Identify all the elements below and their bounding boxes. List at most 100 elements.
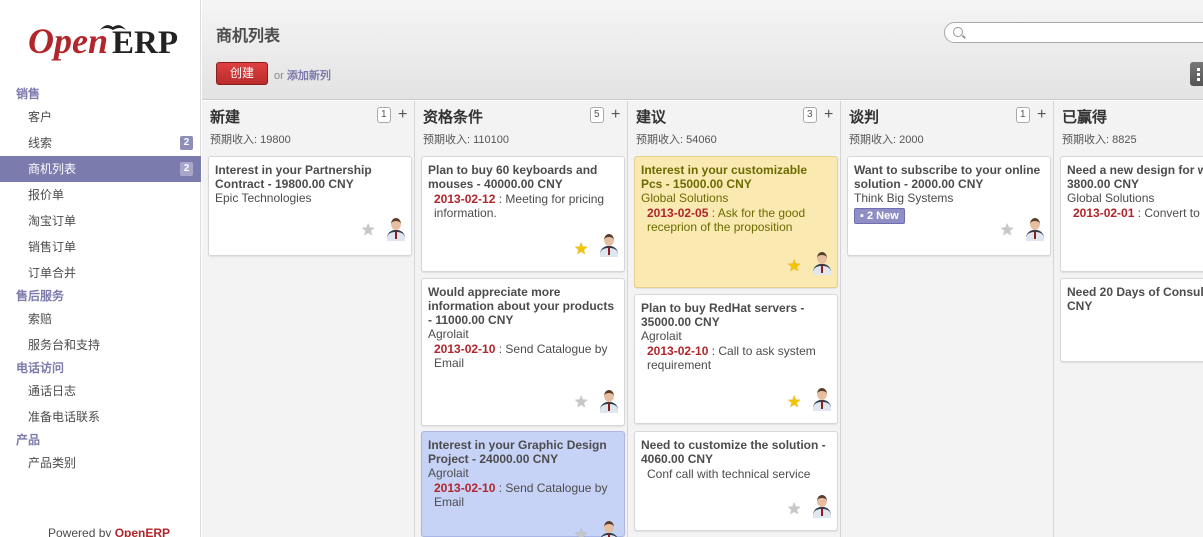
- kanban-column: 新建 1 + 预期收入: 19800 Interest in your Partners…: [202, 101, 415, 537]
- sidebar-item-label: 商机列表: [28, 162, 77, 176]
- star-empty-icon[interactable]: ★: [574, 395, 588, 411]
- column-expected-revenue: 预期收入: 110100: [423, 134, 510, 146]
- card-title[interactable]: Plan to buy 60 keyboards and mouses - 40…: [428, 163, 618, 191]
- opportunity-card[interactable]: Need 20 Days of Consul 5025.00 CNY: [1060, 278, 1203, 362]
- card-title[interactable]: Interest in your Graphic Design Project …: [428, 438, 618, 466]
- star-filled-icon[interactable]: ★: [787, 259, 801, 275]
- opportunity-card[interactable]: Interest in your customizable Pcs - 1500…: [634, 156, 838, 288]
- sidebar-item-label: 报价单: [28, 188, 65, 202]
- sidebar-item[interactable]: 通话日志: [0, 378, 201, 404]
- card-title[interactable]: Would appreciate more information about …: [428, 285, 618, 327]
- salesperson-avatar: [385, 217, 407, 241]
- column-title[interactable]: 谈判: [849, 106, 879, 127]
- star-empty-icon[interactable]: ★: [787, 502, 801, 518]
- star-filled-icon[interactable]: ★: [574, 242, 588, 258]
- sidebar-item[interactable]: 索赔: [0, 306, 201, 332]
- opportunity-card[interactable]: Need to customize the solution - 4060.00…: [634, 431, 838, 531]
- card-title[interactable]: Need to customize the solution - 4060.00…: [641, 438, 831, 466]
- menu-section-header[interactable]: 售后服务: [0, 286, 201, 306]
- activity-date: 2013-02-10: [434, 342, 496, 356]
- activity-date: 2013-02-05: [647, 206, 709, 220]
- card-title[interactable]: Want to subscribe to your online solutio…: [854, 163, 1044, 191]
- opportunity-card[interactable]: Plan to buy 60 keyboards and mouses - 40…: [421, 156, 625, 272]
- salesperson-avatar: [811, 251, 833, 275]
- column-title[interactable]: 资格条件: [423, 106, 483, 127]
- star-empty-icon[interactable]: ★: [361, 223, 375, 239]
- sidebar-item[interactable]: 报价单: [0, 182, 201, 208]
- card-partner: Agrolait: [641, 329, 682, 343]
- search-input[interactable]: [967, 25, 1203, 40]
- activity-date: 2013-02-10: [434, 481, 496, 495]
- powered-prefix: Powered by: [48, 526, 115, 537]
- view-switch-menu-icon[interactable]: [1190, 62, 1203, 86]
- column-title[interactable]: 建议: [636, 106, 666, 127]
- opportunity-card[interactable]: Need a new design for website - 3800.00 …: [1060, 156, 1203, 272]
- quick-create-plus-icon[interactable]: +: [611, 106, 620, 124]
- card-partner: Agrolait: [428, 466, 469, 480]
- message-icon: ▪: [860, 210, 867, 222]
- menu-section-header[interactable]: 电话访问: [0, 358, 201, 378]
- quick-create-plus-icon[interactable]: +: [398, 106, 407, 124]
- opportunity-card[interactable]: Want to subscribe to your online solutio…: [847, 156, 1051, 256]
- card-note: Conf call with technical service: [647, 467, 811, 481]
- add-new-column-link[interactable]: 添加新列: [287, 70, 331, 82]
- activity-date: 2013-02-10: [647, 344, 709, 358]
- powered-brand-link[interactable]: OpenERP: [115, 526, 170, 537]
- sidebar-item-label: 索赔: [28, 312, 53, 326]
- create-button[interactable]: 创建: [216, 62, 268, 85]
- activity-text: : Convert to c: [1134, 206, 1203, 220]
- quick-create-plus-icon[interactable]: +: [824, 106, 833, 124]
- column-title[interactable]: 已赢得: [1062, 106, 1107, 127]
- card-next-activity: 2013-02-12 : Meeting for pricing informa…: [428, 192, 618, 220]
- card-next-activity: 2013-02-10 : Send Catalogue by Email: [428, 481, 618, 509]
- opportunity-card[interactable]: Would appreciate more information about …: [421, 278, 625, 426]
- page-title: 商机列表: [216, 28, 281, 45]
- column-title[interactable]: 新建: [210, 106, 240, 127]
- salesperson-avatar: [811, 494, 833, 518]
- card-partner: Global Solutions: [641, 191, 729, 205]
- card-title[interactable]: Plan to buy RedHat servers - 35000.00 CN…: [641, 301, 831, 329]
- sidebar-item-label: 订单合并: [28, 266, 77, 280]
- sidebar-item[interactable]: 客户: [0, 104, 201, 130]
- sidebar-item[interactable]: 订单合并: [0, 260, 201, 286]
- opportunity-card[interactable]: Interest in your Graphic Design Project …: [421, 431, 625, 537]
- card-next-activity: 2013-02-10 : Send Catalogue by Email: [428, 342, 618, 370]
- kanban-column: 谈判 1 + 预期收入: 2000 Want to subscribe to your …: [841, 101, 1054, 537]
- kanban-column: 资格条件 5 + 预期收入: 110100 Plan to buy 60 keyboar…: [415, 101, 628, 537]
- menu-section-header[interactable]: 产品: [0, 430, 201, 450]
- sidebar-menu: 销售 客户 线索 2 商机列表 2 报价单淘宝订单销售订单订单合并售后服务索赔服务台和支持电…: [0, 84, 201, 476]
- column-expected-revenue: 预期收入: 19800: [210, 134, 291, 146]
- card-title[interactable]: Interest in your customizable Pcs - 1500…: [641, 163, 831, 191]
- card-title[interactable]: Interest in your Partnership Contract - …: [215, 163, 405, 191]
- card-title[interactable]: Need a new design for website - 3800.00 …: [1067, 163, 1203, 191]
- star-filled-icon[interactable]: ★: [787, 395, 801, 411]
- star-empty-icon[interactable]: ★: [574, 528, 588, 537]
- menu-section-header[interactable]: 销售: [0, 84, 201, 104]
- column-expected-revenue: 预期收入: 2000: [849, 134, 924, 146]
- sidebar-item[interactable]: 准备电话联系: [0, 404, 201, 430]
- search-box[interactable]: [944, 22, 1203, 43]
- sidebar-item[interactable]: 产品类别: [0, 450, 201, 476]
- card-partner: Epic Technologies: [215, 191, 312, 205]
- sidebar-item[interactable]: 商机列表 2: [0, 156, 201, 182]
- card-title[interactable]: Need 20 Days of Consul 5025.00 CNY: [1067, 285, 1203, 313]
- sidebar: Open ERP 销售 客户 线索 2 商机列表 2 报价单淘宝订单销售订单订单合并售后服务…: [0, 0, 201, 537]
- sidebar-item-label: 线索: [28, 136, 53, 150]
- sidebar-item[interactable]: 淘宝订单: [0, 208, 201, 234]
- opportunity-card[interactable]: Plan to buy RedHat servers - 35000.00 CN…: [634, 294, 838, 424]
- sidebar-item-label: 销售订单: [28, 240, 77, 254]
- card-next-activity: 2013-02-10 : Call to ask system requirem…: [641, 344, 831, 372]
- activity-date: 2013-02-01: [1073, 206, 1135, 220]
- salesperson-avatar: [1024, 217, 1046, 241]
- sidebar-item[interactable]: 线索 2: [0, 130, 201, 156]
- powered-by: Powered by OpenERP: [48, 526, 170, 537]
- new-messages-badge[interactable]: ▪ 2 New: [854, 208, 905, 224]
- sidebar-item-label: 准备电话联系: [28, 410, 101, 424]
- openerp-logo[interactable]: Open ERP: [28, 20, 178, 64]
- star-empty-icon[interactable]: ★: [1000, 223, 1014, 239]
- column-expected-revenue: 预期收入: 54060: [636, 134, 717, 146]
- sidebar-item[interactable]: 销售订单: [0, 234, 201, 260]
- opportunity-card[interactable]: Interest in your Partnership Contract - …: [208, 156, 412, 256]
- sidebar-item[interactable]: 服务台和支持: [0, 332, 201, 358]
- quick-create-plus-icon[interactable]: +: [1037, 106, 1046, 124]
